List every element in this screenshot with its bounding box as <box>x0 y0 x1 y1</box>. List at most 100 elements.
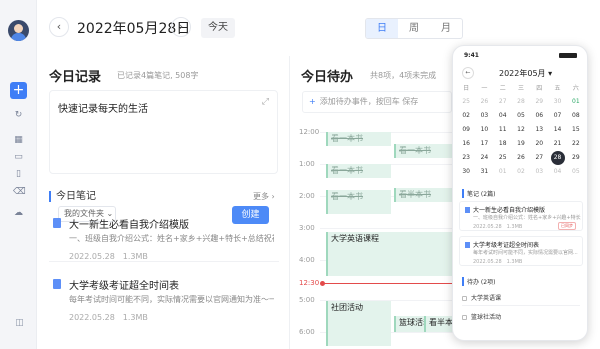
day-cell[interactable]: 01 <box>567 95 585 109</box>
day-cell[interactable]: 13 <box>530 123 548 137</box>
todo-stats: 共8项，4项未完成 <box>370 71 437 80</box>
day-cell[interactable]: 05 <box>512 109 530 123</box>
today-button[interactable]: 今天 <box>201 18 235 38</box>
event-block[interactable]: 大学英语课程 <box>326 232 456 276</box>
weekday: 六 <box>572 85 579 92</box>
day-cell[interactable]: 09 <box>457 123 475 137</box>
note-desc: 每年考试时间可能不同，实际情况需要以官网通知为准～一月中... <box>69 295 274 304</box>
day-cell[interactable]: 11 <box>494 123 512 137</box>
phone-todo-item[interactable]: 大学英语课 <box>462 293 501 302</box>
book-icon[interactable]: ▯ <box>13 169 24 179</box>
day-cell[interactable]: 26 <box>475 95 493 109</box>
sync-icon[interactable]: ↻ <box>13 110 24 120</box>
phone-calendar: 日 一 二 三 四 五 六 25 26 27 28 29 30 01 02 03… <box>457 83 585 179</box>
record-title: 今日记录 <box>49 70 102 85</box>
next-day-button[interactable]: › <box>171 17 191 37</box>
card-title: 大一新生必看自我介绍模版 <box>473 207 546 214</box>
event-block[interactable]: 看一本书 <box>326 164 391 178</box>
event-block[interactable]: 社团活动 <box>326 301 391 346</box>
time-label: 12:00 <box>299 128 320 136</box>
day-cell[interactable]: 25 <box>494 151 512 165</box>
event-block[interactable]: 看一本书 <box>326 132 391 146</box>
day-cell[interactable]: 08 <box>567 109 585 123</box>
avatar[interactable] <box>8 20 29 41</box>
day-cell[interactable]: 26 <box>512 151 530 165</box>
collapse-sidebar-icon[interactable]: ◫ <box>14 318 25 328</box>
phone-todo-item[interactable]: 篮球社活动 <box>462 312 501 321</box>
week-row: 23 24 25 26 27 28 29 <box>457 151 585 165</box>
phone-note-card[interactable]: 大学考级考证超全时间表 每年考试时间可能不同，实际情况需要以官网... 2022… <box>459 236 583 266</box>
checkbox[interactable] <box>462 296 467 301</box>
back-icon[interactable]: ← <box>462 67 474 79</box>
day-cell[interactable]: 27 <box>530 151 548 165</box>
tab-month[interactable]: 月 <box>430 19 462 38</box>
day-cell[interactable]: 28 <box>512 95 530 109</box>
checkbox[interactable] <box>462 315 467 320</box>
event-block[interactable]: 看一本书 <box>326 190 391 214</box>
day-cell[interactable]: 21 <box>548 137 566 151</box>
weekday: 一 <box>481 85 488 92</box>
day-cell[interactable]: 14 <box>548 123 566 137</box>
trash-icon[interactable]: ⌫ <box>13 187 26 197</box>
phone-note-card[interactable]: 大一新生必看自我介绍模版 一、班级自我介绍公式：姓名+家乡+兴趣+特长... 2… <box>459 201 583 231</box>
cloud-icon[interactable]: ☁ <box>13 208 24 218</box>
document-icon <box>465 207 470 213</box>
prev-day-button[interactable]: ‹ <box>49 17 69 37</box>
day-cell[interactable]: 03 <box>530 165 548 179</box>
selected-day-cell[interactable]: 28 <box>548 151 566 165</box>
day-cell[interactable]: 02 <box>512 165 530 179</box>
day-cell[interactable]: 23 <box>457 151 475 165</box>
day-cell[interactable]: 29 <box>530 95 548 109</box>
record-panel: 今日记录 已记录4篇笔记, 508字 快速记录每天的生活 ⤢ 我的文件夹 ⌄ 创… <box>37 56 290 349</box>
quick-note-editor[interactable]: 快速记录每天的生活 ⤢ <box>49 90 278 174</box>
day-cell[interactable]: 16 <box>457 137 475 151</box>
day-cell[interactable]: 06 <box>530 109 548 123</box>
expand-icon[interactable]: ⤢ <box>262 97 269 107</box>
phone-month[interactable]: 2022年05月 ▾ <box>499 68 552 79</box>
add-button[interactable]: + <box>10 82 27 99</box>
add-todo-placeholder: 添加待办事件，按回车 <box>319 97 400 106</box>
grid-icon[interactable]: ▦ <box>13 135 24 145</box>
day-cell[interactable]: 01 <box>494 165 512 179</box>
day-cell[interactable]: 19 <box>512 137 530 151</box>
day-cell[interactable]: 05 <box>567 165 585 179</box>
day-cell[interactable]: 30 <box>548 95 566 109</box>
day-cell[interactable]: 10 <box>475 123 493 137</box>
day-cell[interactable]: 18 <box>494 137 512 151</box>
mobile-preview: 9:41 ← 2022年05月 ▾ 日 一 二 三 四 五 六 25 26 27… <box>452 45 588 341</box>
note-title: 大一新生必看自我介绍模版 <box>69 220 189 231</box>
day-cell[interactable]: 30 <box>457 165 475 179</box>
tab-day[interactable]: 日 <box>366 19 398 38</box>
create-button[interactable]: 创建 <box>232 206 269 224</box>
todo-title: 今日待办 <box>301 70 354 85</box>
day-cell[interactable]: 22 <box>567 137 585 151</box>
day-cell[interactable]: 07 <box>548 109 566 123</box>
event-block[interactable]: 看半本书 <box>394 188 454 202</box>
folder-icon[interactable]: ▭ <box>13 152 24 162</box>
document-icon <box>53 218 61 228</box>
day-cell[interactable]: 02 <box>457 109 475 123</box>
card-desc: 一、班级自我介绍公式：姓名+家乡+兴趣+特长... <box>473 215 581 221</box>
day-cell[interactable]: 04 <box>548 165 566 179</box>
day-cell[interactable]: 04 <box>494 109 512 123</box>
day-cell[interactable]: 24 <box>475 151 493 165</box>
add-todo-input[interactable]: + 添加待办事件，按回车 保存 <box>302 91 452 113</box>
app-window: + ↻ ▦ ▭ ▯ ⌫ ☁ ◫ ‹ 2022年05月28日 › 今天 日 周 月… <box>0 0 600 349</box>
card-meta: 2022.05.28 1.3MB <box>473 259 523 265</box>
time-label: 1:00 <box>299 160 315 168</box>
phone-notes-heading: 笔记 (2篇) <box>462 189 495 198</box>
day-cell[interactable]: 15 <box>567 123 585 137</box>
day-cell[interactable]: 12 <box>512 123 530 137</box>
day-cell[interactable]: 27 <box>494 95 512 109</box>
today-notes-heading: 今日笔记 <box>49 191 96 202</box>
tab-week[interactable]: 周 <box>398 19 430 38</box>
day-cell[interactable]: 25 <box>457 95 475 109</box>
day-cell[interactable]: 03 <box>475 109 493 123</box>
day-cell[interactable]: 29 <box>567 151 585 165</box>
event-block[interactable]: 看一本书 <box>394 144 454 158</box>
editor-text[interactable]: 快速记录每天的生活 <box>58 100 148 115</box>
more-link[interactable]: 更多 › <box>253 191 275 202</box>
day-cell[interactable]: 20 <box>530 137 548 151</box>
day-cell[interactable]: 31 <box>475 165 493 179</box>
day-cell[interactable]: 17 <box>475 137 493 151</box>
